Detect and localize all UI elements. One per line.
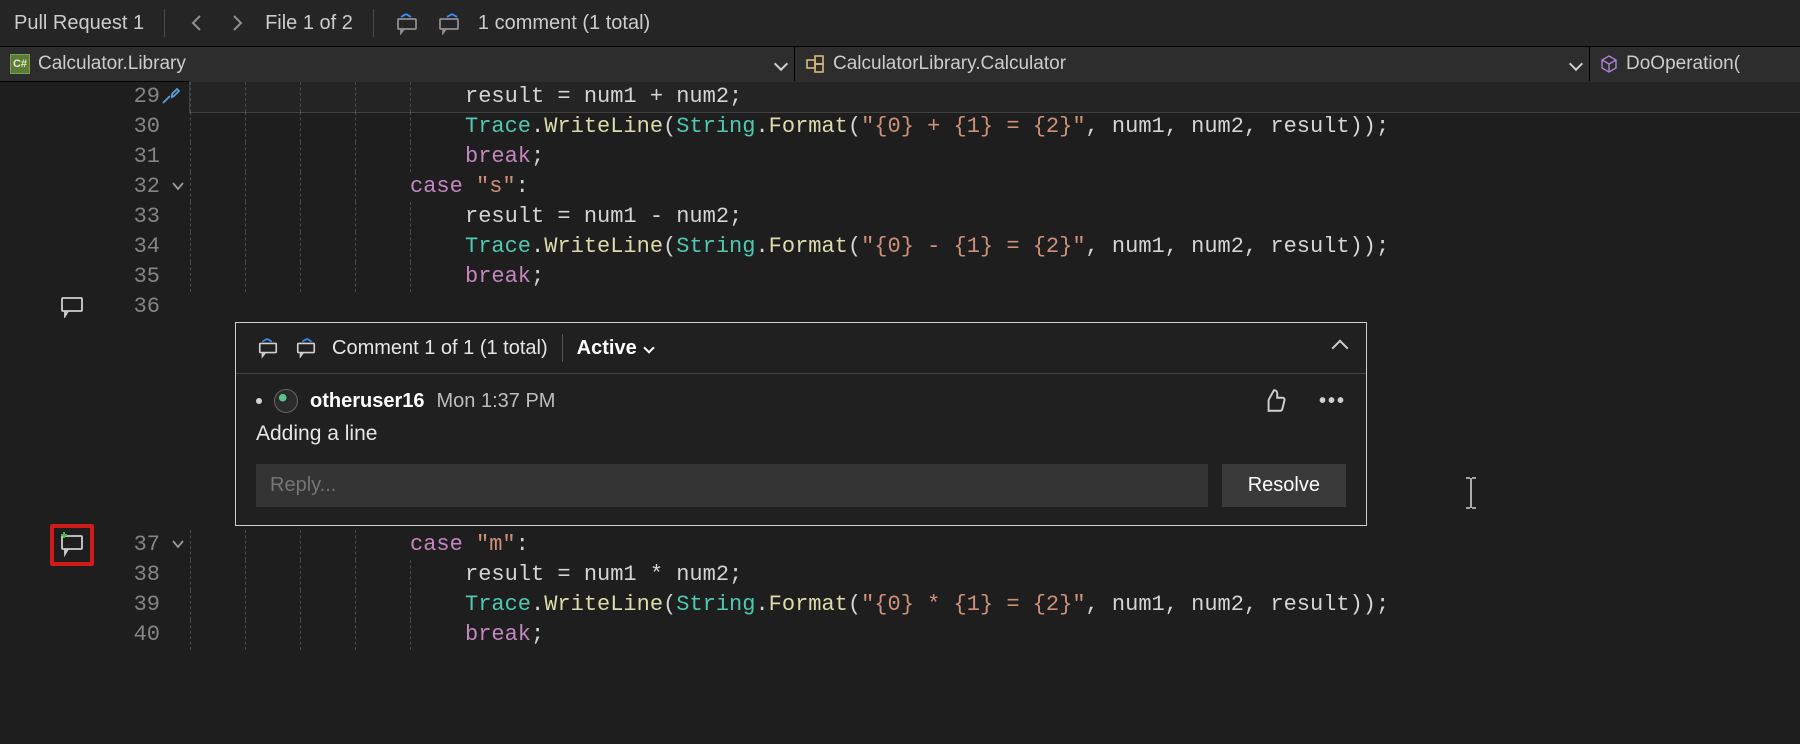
gutter-line: 39 <box>0 590 190 620</box>
breadcrumb-file-label: Calculator.Library <box>38 53 186 75</box>
comment-summary: 1 comment (1 total) <box>478 12 650 35</box>
breadcrumb-method-label: DoOperation( <box>1626 53 1740 75</box>
gutter-line: 31 <box>0 142 190 172</box>
pr-label: Pull Request 1 <box>14 12 144 35</box>
code-editor[interactable]: 37383940 case "m":result = num1 * num2;T… <box>0 530 1800 744</box>
gutter-line: 29 <box>0 82 190 112</box>
code-line[interactable]: case "s": <box>190 172 1800 202</box>
code-line[interactable]: result = num1 * num2; <box>190 560 1800 590</box>
comment-icon[interactable] <box>60 296 84 318</box>
gutter-line: 36 <box>0 292 190 322</box>
comment-footer: Resolve <box>236 464 1366 525</box>
fold-toggle[interactable] <box>170 178 186 194</box>
code-line[interactable]: Trace.WriteLine(String.Format("{0} - {1}… <box>190 232 1800 262</box>
unread-dot-icon <box>256 398 262 404</box>
comment-text: Adding a line <box>256 422 1346 446</box>
code-line[interactable]: result = num1 + num2; <box>190 82 1800 112</box>
breadcrumb-bar: C# Calculator.Library CalculatorLibrary.… <box>0 47 1800 82</box>
code-line[interactable]: result = num1 - num2; <box>190 202 1800 232</box>
screwdriver-icon[interactable] <box>160 86 180 106</box>
code-line[interactable]: case "m": <box>190 530 1800 560</box>
code-editor[interactable]: 2930313233343536 result = num1 + num2;Tr… <box>0 82 1800 322</box>
csharp-file-icon: C# <box>10 54 30 74</box>
comment-timestamp: Mon 1:37 PM <box>437 390 556 413</box>
separator <box>164 9 165 37</box>
gutter-line: 30 <box>0 112 190 142</box>
avatar <box>274 389 298 413</box>
file-position: File 1 of 2 <box>265 12 353 35</box>
separator <box>373 9 374 37</box>
like-button[interactable] <box>1261 388 1287 414</box>
comment-author: otheruser16 <box>310 390 425 413</box>
gutter-line: 33 <box>0 202 190 232</box>
next-comment-button[interactable] <box>436 11 462 35</box>
prev-comment-button[interactable] <box>256 337 280 359</box>
fold-toggle[interactable] <box>170 536 186 552</box>
code-line[interactable] <box>190 292 1800 322</box>
method-icon <box>1600 55 1618 73</box>
comment-status-dropdown[interactable]: Active <box>577 337 653 360</box>
collapse-thread-button[interactable] <box>1334 337 1346 360</box>
gutter-line: 32 <box>0 172 190 202</box>
text-cursor-icon <box>1460 476 1482 510</box>
comment-panel-header: Comment 1 of 1 (1 total) Active <box>236 323 1366 374</box>
reply-input[interactable] <box>256 464 1208 507</box>
comment-counter: Comment 1 of 1 (1 total) <box>332 337 548 360</box>
code-line[interactable]: break; <box>190 262 1800 292</box>
gutter-line: 40 <box>0 620 190 650</box>
comment-thread-panel: Comment 1 of 1 (1 total) Active otheruse… <box>235 322 1367 526</box>
prev-comment-button[interactable] <box>394 11 420 35</box>
resolve-button[interactable]: Resolve <box>1222 464 1346 507</box>
comment-body: otheruser16 Mon 1:37 PM ••• Adding a lin… <box>236 374 1366 464</box>
breadcrumb-file[interactable]: C# Calculator.Library <box>0 47 795 81</box>
breadcrumb-class[interactable]: CalculatorLibrary.Calculator <box>795 47 1590 81</box>
breadcrumb-method[interactable]: DoOperation( <box>1590 47 1800 81</box>
gutter-line: 34 <box>0 232 190 262</box>
prev-file-button[interactable] <box>185 11 209 35</box>
breadcrumb-class-label: CalculatorLibrary.Calculator <box>833 53 1066 75</box>
code-line[interactable]: break; <box>190 142 1800 172</box>
next-file-button[interactable] <box>225 11 249 35</box>
chevron-down-icon <box>643 342 654 353</box>
comment-author-row: otheruser16 Mon 1:37 PM ••• <box>256 388 1346 414</box>
gutter-line: 35 <box>0 262 190 292</box>
class-icon <box>805 54 825 74</box>
gutter-line: 38 <box>0 560 190 590</box>
comment-more-menu[interactable]: ••• <box>1319 390 1346 413</box>
comment-status-label: Active <box>577 337 637 360</box>
gutter-line: 37 <box>0 530 190 560</box>
code-line[interactable]: break; <box>190 620 1800 650</box>
chevron-down-icon <box>1571 53 1581 75</box>
pr-toolbar: Pull Request 1 File 1 of 2 1 comment (1 … <box>0 0 1800 47</box>
code-line[interactable]: Trace.WriteLine(String.Format("{0} * {1}… <box>190 590 1800 620</box>
chevron-down-icon <box>776 53 786 75</box>
next-comment-button[interactable] <box>294 337 318 359</box>
code-line[interactable]: Trace.WriteLine(String.Format("{0} + {1}… <box>190 112 1800 142</box>
